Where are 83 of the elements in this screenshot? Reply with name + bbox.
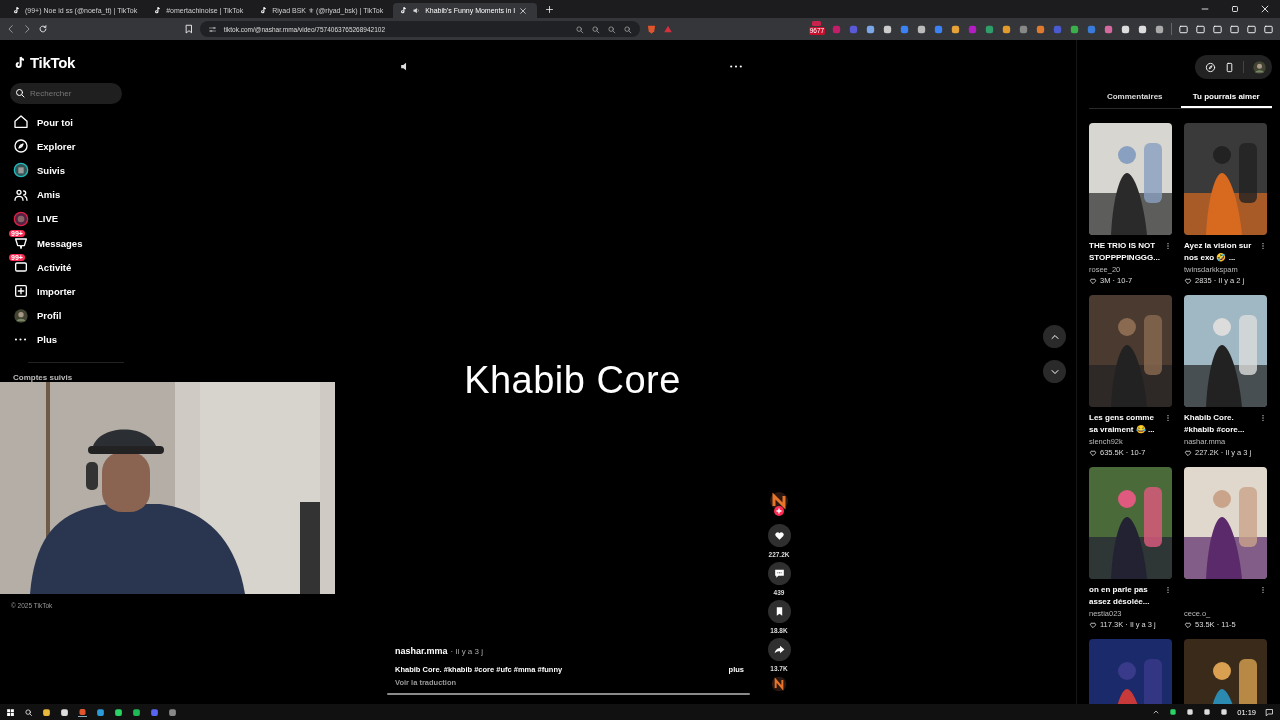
video-title[interactable]: THE TRIO IS NOT STOPPPPINGGG...	[1089, 240, 1162, 264]
heart-icon	[772, 529, 786, 542]
tiktok-icon	[259, 6, 269, 15]
search-field[interactable]: Rechercher	[10, 83, 122, 104]
bookmark-icon[interactable]	[183, 24, 194, 34]
app-icon[interactable]	[78, 707, 87, 717]
triangle-icon[interactable]	[662, 24, 673, 34]
nav-item[interactable]: Pour toi	[10, 110, 140, 135]
new-tab-icon[interactable]	[545, 4, 555, 14]
more-icon[interactable]	[730, 65, 742, 68]
site-info-icon	[207, 24, 217, 34]
extension-icon[interactable]	[1120, 23, 1132, 35]
more-icon	[14, 338, 27, 342]
reload-icon[interactable]	[38, 24, 48, 34]
post-age: · Il y a 3 j	[450, 647, 483, 656]
phone-icon[interactable]	[1224, 61, 1235, 73]
extension-icon[interactable]	[1069, 23, 1081, 35]
extension-icon[interactable]	[1035, 23, 1047, 35]
nav-item[interactable]: Explorer	[10, 134, 140, 159]
heart-icon	[1089, 620, 1097, 629]
nav-item[interactable]: Amis	[10, 182, 140, 207]
previous-video-button[interactable]	[1043, 325, 1066, 348]
like-button[interactable]	[767, 524, 791, 547]
avatar-icon[interactable]	[1252, 59, 1267, 75]
video-caption: Khabib Core	[464, 359, 681, 402]
panel-tab[interactable]: Commentaires	[1089, 84, 1181, 108]
extension-icon[interactable]	[950, 23, 962, 35]
nav-item[interactable]: LIVE	[10, 206, 140, 231]
close-icon[interactable]	[1260, 4, 1270, 14]
maximize-icon[interactable]	[1230, 4, 1240, 14]
video-title[interactable]: on en parle pas assez désolée...	[1089, 584, 1162, 608]
compass-icon	[12, 138, 29, 155]
nav-item[interactable]: Importer	[10, 279, 140, 304]
tiktok-icon	[12, 6, 21, 15]
close-icon[interactable]	[519, 6, 528, 15]
tiktok-icon	[399, 6, 409, 15]
forward-icon[interactable]	[22, 24, 32, 34]
music-disc-icon[interactable]	[771, 676, 787, 692]
nav-item[interactable]: Plus	[10, 327, 140, 352]
heart-icon	[1184, 276, 1192, 285]
speaker-icon	[412, 6, 422, 15]
comment-button[interactable]	[767, 562, 791, 585]
compass-icon[interactable]	[1205, 61, 1216, 73]
lion-shield-icon[interactable]	[645, 23, 657, 35]
plus-square-icon	[12, 283, 29, 300]
tiktok-logo[interactable]: TikTok	[12, 54, 140, 71]
heart-icon	[1089, 448, 1097, 457]
extension-icon[interactable]	[882, 23, 894, 35]
extension-icon[interactable]	[1154, 23, 1166, 35]
comment-icon	[772, 567, 786, 580]
tiktok-icon	[153, 6, 163, 15]
creator-avatar[interactable]	[770, 492, 788, 516]
avatar-icon	[12, 162, 29, 179]
extension-icon[interactable]	[916, 23, 928, 35]
heart-icon	[1089, 276, 1097, 285]
heart-icon	[1184, 620, 1192, 629]
notification-icon[interactable]	[1265, 707, 1274, 717]
section-title: Comptes suivis	[13, 372, 74, 382]
next-video-button[interactable]	[1043, 360, 1066, 383]
video-title[interactable]: Ayez la vision sur nos exo 🤣 ...	[1184, 240, 1257, 264]
share-button[interactable]	[767, 638, 791, 661]
search-icon[interactable]	[24, 707, 33, 717]
message-icon	[12, 235, 29, 252]
avatar-icon	[12, 307, 29, 324]
zoom-icon[interactable]	[622, 24, 632, 34]
author-name[interactable]: nashar.mma	[395, 646, 448, 656]
video-title[interactable]: Khabib Core. #khabib #core...	[1184, 412, 1257, 436]
extension-icon[interactable]	[1137, 23, 1149, 35]
extension-icon[interactable]	[1001, 23, 1013, 35]
live-avatar-icon	[12, 210, 29, 227]
nav-item[interactable]: Suivis	[10, 158, 140, 183]
panel-tab[interactable]: Tu pourrais aimer	[1180, 84, 1272, 108]
extension-icon[interactable]	[984, 23, 996, 35]
bookmark-button[interactable]	[767, 600, 791, 623]
heart-icon	[1184, 448, 1192, 457]
back-icon[interactable]	[6, 24, 16, 34]
extension-icon[interactable]	[1103, 23, 1115, 35]
video-title[interactable]: Les gens comme sa vraiment 😂 ...	[1089, 412, 1162, 436]
chevron-up-icon[interactable]	[1152, 708, 1161, 716]
nav-item[interactable]: Profil	[10, 303, 140, 328]
windows-start-icon[interactable]	[6, 707, 15, 717]
extension-icon[interactable]	[865, 23, 877, 35]
home-icon	[12, 114, 29, 131]
